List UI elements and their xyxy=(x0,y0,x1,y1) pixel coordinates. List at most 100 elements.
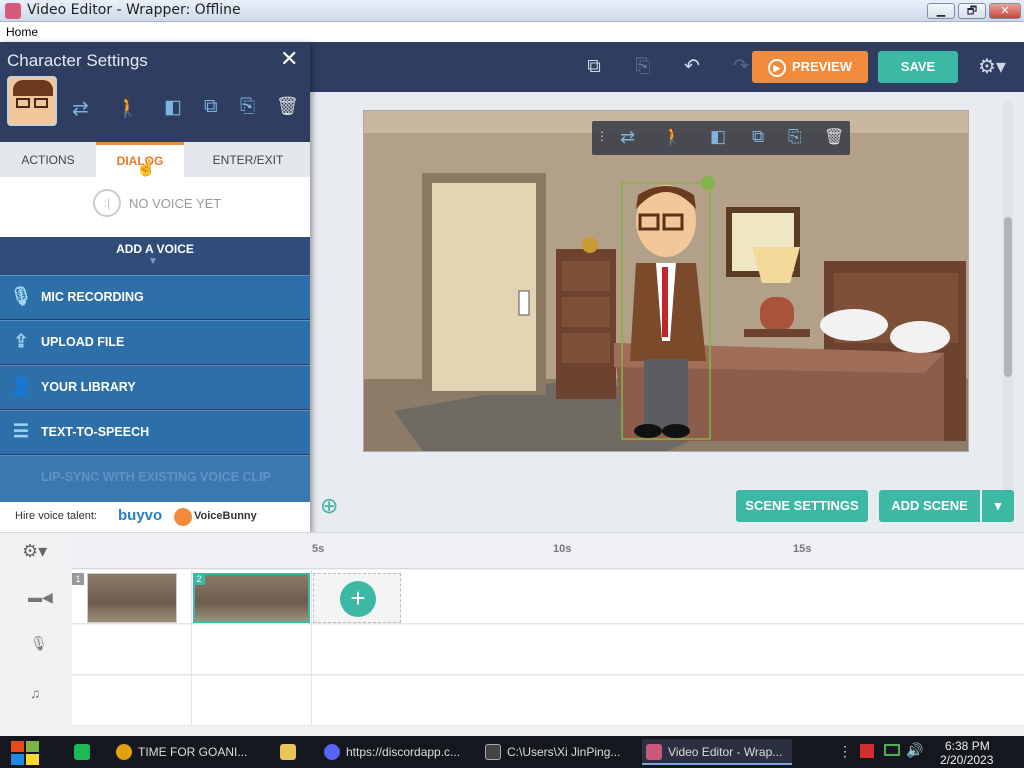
app-icon xyxy=(5,3,21,19)
scene-thumbnail[interactable] xyxy=(193,573,310,623)
music-track-icon: ♫ xyxy=(30,685,41,701)
add-scene-dropdown-icon[interactable]: ▾ xyxy=(982,490,1014,522)
copy-character-icon[interactable]: ⧉ xyxy=(204,96,218,118)
undo-icon[interactable]: ↶ xyxy=(681,56,703,78)
panel-title: Character Settings xyxy=(7,51,148,70)
menu-bar: Home xyxy=(0,22,1024,42)
folder-icon xyxy=(280,744,296,760)
scene-number: 1 xyxy=(72,573,84,585)
scene-canvas[interactable]: ⋮ ⇄ 🚶 ◧ ⧉ ⎘ 🗑 xyxy=(363,110,969,452)
zoom-icon[interactable]: ⊕ xyxy=(320,494,344,518)
hire-voice-talent-bar: Hire voice talent: buyvo VoiceBunny xyxy=(0,502,310,532)
your-library-option[interactable]: 👤 YOUR LIBRARY xyxy=(0,365,310,409)
flip-icon[interactable]: ◧ xyxy=(710,127,726,147)
tab-actions[interactable]: ACTIONS xyxy=(0,142,96,177)
close-window-button[interactable]: ✕ xyxy=(989,3,1021,19)
clock-date[interactable]: 2/20/2023 xyxy=(940,753,993,767)
upload-file-label: UPLOAD FILE xyxy=(41,335,125,349)
walk-motion-icon[interactable]: 🚶 xyxy=(116,96,140,120)
scene-thumbnail[interactable] xyxy=(87,573,177,623)
microphone-icon: 🎙 xyxy=(9,286,33,306)
timeline-ruler[interactable]: 5s 10s 15s xyxy=(72,533,1024,569)
text-to-speech-label: TEXT-TO-SPEECH xyxy=(41,425,150,439)
stage-scrollbar[interactable] xyxy=(1003,102,1013,522)
add-scene-slot[interactable]: + xyxy=(313,573,401,623)
paste-character-icon[interactable]: ⎘ xyxy=(788,127,802,147)
mic-recording-label: MIC RECORDING xyxy=(41,290,144,304)
add-scene-button[interactable]: ADD SCENE xyxy=(879,490,980,522)
bedroom-scene xyxy=(364,111,968,451)
sad-face-icon: :| xyxy=(93,189,121,217)
swap-character-icon[interactable]: ⇄ xyxy=(72,96,89,121)
taskbar-item-chrome[interactable]: TIME FOR GOANI... xyxy=(112,739,262,765)
save-button[interactable]: SAVE xyxy=(878,51,958,83)
paste-icon[interactable]: ⎘ xyxy=(632,56,654,78)
paste-character-icon[interactable]: ⎘ xyxy=(240,96,255,118)
upload-file-option[interactable]: ⇪ UPLOAD FILE xyxy=(0,320,310,364)
upload-icon: ⇪ xyxy=(13,331,29,351)
video-editor-icon xyxy=(646,744,662,760)
video-track-icon: ▬◀ xyxy=(28,589,53,605)
character-avatar[interactable] xyxy=(7,76,57,126)
spotify-icon[interactable] xyxy=(74,744,90,760)
taskbar-item-discord[interactable]: https://discordapp.c... xyxy=(320,739,470,765)
copy-icon[interactable]: ⧉ xyxy=(583,56,605,78)
scene-number: 2 xyxy=(193,573,205,585)
clock-time[interactable]: 6:38 PM xyxy=(945,739,990,753)
add-voice-header: ADD A VOICE ▼ xyxy=(0,237,310,275)
taskbar-item-label: C:\Users\Xi JinPing... xyxy=(507,745,621,759)
swap-character-icon[interactable]: ⇄ xyxy=(620,127,635,148)
preview-label: PREVIEW xyxy=(792,59,852,74)
hire-label: Hire voice talent: xyxy=(15,510,97,522)
no-voice-text: NO VOICE YET xyxy=(129,196,222,211)
flip-icon[interactable]: ◧ xyxy=(164,96,182,119)
preview-button[interactable]: ▶ PREVIEW xyxy=(752,51,868,83)
play-circle-icon: ▶ xyxy=(768,58,787,77)
flag-icon[interactable] xyxy=(860,744,874,758)
start-button[interactable] xyxy=(8,738,42,766)
7zip-icon xyxy=(485,744,501,760)
settings-gear-icon[interactable]: ⚙▾ xyxy=(978,56,1006,78)
tab-enter-exit[interactable]: ENTER/EXIT xyxy=(186,142,310,177)
minimize-button[interactable]: ▁ xyxy=(927,3,955,19)
copy-character-icon[interactable]: ⧉ xyxy=(752,127,764,147)
delete-icon[interactable]: 🗑 xyxy=(824,127,844,147)
ruler-label-10s: 10s xyxy=(553,543,572,555)
text-to-speech-icon: ☰ xyxy=(12,421,30,441)
network-icon[interactable] xyxy=(884,744,900,756)
music-track[interactable] xyxy=(72,676,1024,726)
voicebunny-logo[interactable]: VoiceBunny xyxy=(194,510,257,522)
timeline: ⚙▾ 5s 10s 15s ▬◀ 🎙 ♫ 1 2 + xyxy=(0,532,1024,736)
voice-track[interactable] xyxy=(72,625,1024,675)
library-person-icon: 👤 xyxy=(9,376,33,396)
buyvo-logo[interactable]: buyvo xyxy=(118,507,162,524)
plus-circle-icon: + xyxy=(340,581,376,617)
voicebunny-logo-icon[interactable] xyxy=(174,508,192,526)
taskbar-item-7zip[interactable]: C:\Users\Xi JinPing... xyxy=(481,739,631,765)
lip-sync-label: LIP-SYNC WITH EXISTING VOICE CLIP xyxy=(41,470,271,484)
maximize-button[interactable]: 🗗 xyxy=(958,3,986,19)
menu-home[interactable]: Home xyxy=(6,25,38,39)
timeline-settings-icon[interactable]: ⚙▾ xyxy=(22,541,47,562)
chevron-down-icon: ▼ xyxy=(148,256,158,267)
discord-icon xyxy=(324,744,340,760)
redo-icon[interactable]: ↷ xyxy=(730,56,752,78)
windows-taskbar: TIME FOR GOANI... https://discordapp.c..… xyxy=(0,736,1024,768)
your-library-label: YOUR LIBRARY xyxy=(41,380,136,394)
drag-handle-icon[interactable]: ⋮ xyxy=(596,129,608,143)
scene-settings-button[interactable]: SCENE SETTINGS xyxy=(736,490,868,522)
walk-motion-icon[interactable]: 🚶 xyxy=(662,127,683,147)
volume-icon[interactable]: 🔊 xyxy=(906,742,923,759)
tray-overflow-icon[interactable]: ⋮ xyxy=(838,743,852,760)
panel-tabs: ACTIONS DIALOG ENTER/EXIT ☝ xyxy=(0,142,310,177)
ruler-label-15s: 15s xyxy=(793,543,812,555)
taskbar-item-explorer[interactable] xyxy=(276,739,306,765)
taskbar-item-label: Video Editor - Wrap... xyxy=(668,745,783,759)
mic-recording-option[interactable]: 🎙 MIC RECORDING xyxy=(0,275,310,319)
taskbar-item-video-editor[interactable]: Video Editor - Wrap... xyxy=(642,739,792,765)
character-context-toolbar: ⋮ ⇄ 🚶 ◧ ⧉ ⎘ 🗑 xyxy=(592,121,850,155)
close-panel-icon[interactable]: ✕ xyxy=(280,46,298,72)
taskbar-item-label: TIME FOR GOANI... xyxy=(138,745,248,759)
delete-icon[interactable]: 🗑 xyxy=(276,96,299,117)
text-to-speech-option[interactable]: ☰ TEXT-TO-SPEECH xyxy=(0,410,310,454)
